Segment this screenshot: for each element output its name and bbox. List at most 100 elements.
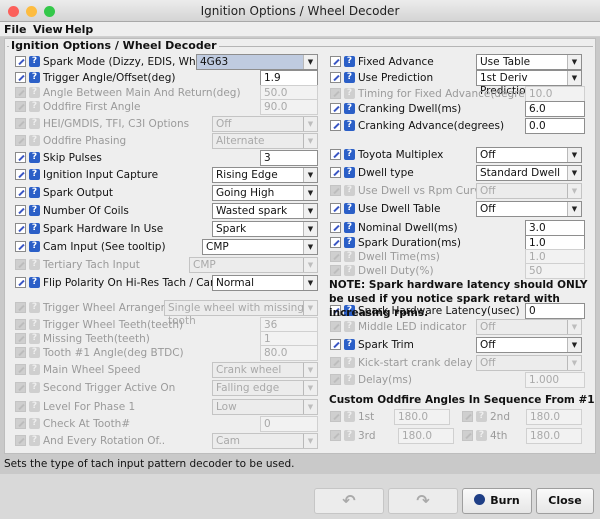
chevron-down-icon[interactable]: ▼ <box>303 186 317 200</box>
edit-icon[interactable] <box>330 430 341 441</box>
oddfire-2nd-input[interactable]: 180.0 <box>526 409 582 425</box>
menu-help[interactable]: Help <box>65 23 93 36</box>
chevron-down-icon[interactable]: ▼ <box>303 117 317 131</box>
menu-file[interactable]: File <box>4 23 27 36</box>
edit-icon[interactable] <box>15 259 26 270</box>
spark-hardware-in-use-select[interactable]: Spark ▼ <box>212 221 318 237</box>
help-icon[interactable]: ? <box>29 418 40 429</box>
help-icon[interactable]: ? <box>29 401 40 412</box>
spark-mode-dizzy-edis-wheel-select[interactable]: 4G63 ▼ <box>196 54 318 70</box>
help-icon[interactable]: ? <box>344 374 355 385</box>
edit-icon[interactable] <box>330 120 341 131</box>
help-icon[interactable]: ? <box>344 56 355 67</box>
help-icon[interactable]: ? <box>29 319 40 330</box>
and-every-rotation-of-select[interactable]: Cam ▼ <box>212 433 318 449</box>
level-for-phase-1-select[interactable]: Low ▼ <box>212 399 318 415</box>
close-window-icon[interactable] <box>8 6 19 17</box>
edit-icon[interactable] <box>330 411 341 422</box>
edit-icon[interactable] <box>330 88 341 99</box>
chevron-down-icon[interactable]: ▼ <box>567 184 581 198</box>
trigger-angle-offset-deg-input[interactable]: 1.9 <box>260 70 318 86</box>
chevron-down-icon[interactable]: ▼ <box>567 166 581 180</box>
chevron-down-icon[interactable]: ▼ <box>303 258 317 272</box>
help-icon[interactable]: ? <box>29 118 40 129</box>
help-icon[interactable]: ? <box>344 72 355 83</box>
help-icon[interactable]: ? <box>344 103 355 114</box>
help-icon[interactable]: ? <box>344 237 355 248</box>
help-icon[interactable]: ? <box>29 87 40 98</box>
oddfire-first-angle-input[interactable]: 90.0 <box>260 99 318 115</box>
cam-input-see-tooltip-select[interactable]: CMP ▼ <box>202 239 318 255</box>
help-icon[interactable]: ? <box>476 430 487 441</box>
edit-icon[interactable] <box>15 135 26 146</box>
oddfire-1st-input[interactable]: 180.0 <box>394 409 450 425</box>
help-icon[interactable]: ? <box>29 435 40 446</box>
edit-icon[interactable] <box>15 333 26 344</box>
chevron-down-icon[interactable]: ▼ <box>303 134 317 148</box>
kick-start-crank-delay-select[interactable]: Off ▼ <box>476 355 582 371</box>
help-icon[interactable]: ? <box>344 321 355 332</box>
help-icon[interactable]: ? <box>29 135 40 146</box>
burn-button[interactable]: Burn <box>462 488 532 514</box>
spark-output-select[interactable]: Going High ▼ <box>212 185 318 201</box>
undo-button[interactable]: ↶ <box>314 488 384 514</box>
chevron-down-icon[interactable]: ▼ <box>303 204 317 218</box>
main-wheel-speed-select[interactable]: Crank wheel ▼ <box>212 362 318 378</box>
edit-icon[interactable] <box>462 430 473 441</box>
trigger-wheel-arrangement-select[interactable]: Single wheel with missing tooth ▼ <box>164 300 318 327</box>
chevron-down-icon[interactable]: ▼ <box>303 55 317 69</box>
help-icon[interactable]: ? <box>344 203 355 214</box>
help-icon[interactable]: ? <box>29 302 40 313</box>
edit-icon[interactable] <box>15 401 26 412</box>
dwell-type-select[interactable]: Standard Dwell ▼ <box>476 165 582 181</box>
edit-icon[interactable] <box>15 435 26 446</box>
edit-icon[interactable] <box>15 319 26 330</box>
toyota-multiplex-select[interactable]: Off ▼ <box>476 147 582 163</box>
edit-icon[interactable] <box>15 364 26 375</box>
chevron-down-icon[interactable]: ▼ <box>303 400 317 414</box>
chevron-down-icon[interactable]: ▼ <box>303 381 317 395</box>
help-icon[interactable]: ? <box>476 411 487 422</box>
help-icon[interactable]: ? <box>29 277 40 288</box>
nominal-dwell-ms-input[interactable]: 3.0 <box>525 220 585 236</box>
help-icon[interactable]: ? <box>344 265 355 276</box>
chevron-down-icon[interactable]: ▼ <box>303 168 317 182</box>
edit-icon[interactable] <box>330 185 341 196</box>
edit-icon[interactable] <box>330 103 341 114</box>
oddfire-phasing-select[interactable]: Alternate ▼ <box>212 133 318 149</box>
delay-ms-input[interactable]: 1.000 <box>525 372 585 388</box>
edit-icon[interactable] <box>15 118 26 129</box>
edit-icon[interactable] <box>15 223 26 234</box>
edit-icon[interactable] <box>15 277 26 288</box>
help-icon[interactable]: ? <box>344 339 355 350</box>
help-icon[interactable]: ? <box>29 187 40 198</box>
chevron-down-icon[interactable]: ▼ <box>567 55 581 69</box>
edit-icon[interactable] <box>462 411 473 422</box>
help-icon[interactable]: ? <box>344 222 355 233</box>
cranking-dwell-ms-input[interactable]: 6.0 <box>525 101 585 117</box>
number-of-coils-select[interactable]: Wasted spark ▼ <box>212 203 318 219</box>
chevron-down-icon[interactable]: ▼ <box>567 202 581 216</box>
edit-icon[interactable] <box>15 87 26 98</box>
chevron-down-icon[interactable]: ▼ <box>303 363 317 377</box>
help-icon[interactable]: ? <box>29 347 40 358</box>
help-icon[interactable]: ? <box>29 382 40 393</box>
chevron-down-icon[interactable]: ▼ <box>303 301 317 315</box>
edit-icon[interactable] <box>330 72 341 83</box>
spark-trim-select[interactable]: Off ▼ <box>476 337 582 353</box>
zoom-window-icon[interactable] <box>44 6 55 17</box>
help-icon[interactable]: ? <box>344 167 355 178</box>
chevron-down-icon[interactable]: ▼ <box>567 148 581 162</box>
edit-icon[interactable] <box>330 374 341 385</box>
edit-icon[interactable] <box>15 418 26 429</box>
edit-icon[interactable] <box>15 382 26 393</box>
second-trigger-active-on-select[interactable]: Falling edge ▼ <box>212 380 318 396</box>
cranking-advance-degrees-input[interactable]: 0.0 <box>525 118 585 134</box>
edit-icon[interactable] <box>330 167 341 178</box>
help-icon[interactable]: ? <box>29 101 40 112</box>
skip-pulses-input[interactable]: 3 <box>260 150 318 166</box>
minimize-window-icon[interactable] <box>26 6 37 17</box>
chevron-down-icon[interactable]: ▼ <box>303 434 317 448</box>
help-icon[interactable]: ? <box>29 333 40 344</box>
help-icon[interactable]: ? <box>344 357 355 368</box>
